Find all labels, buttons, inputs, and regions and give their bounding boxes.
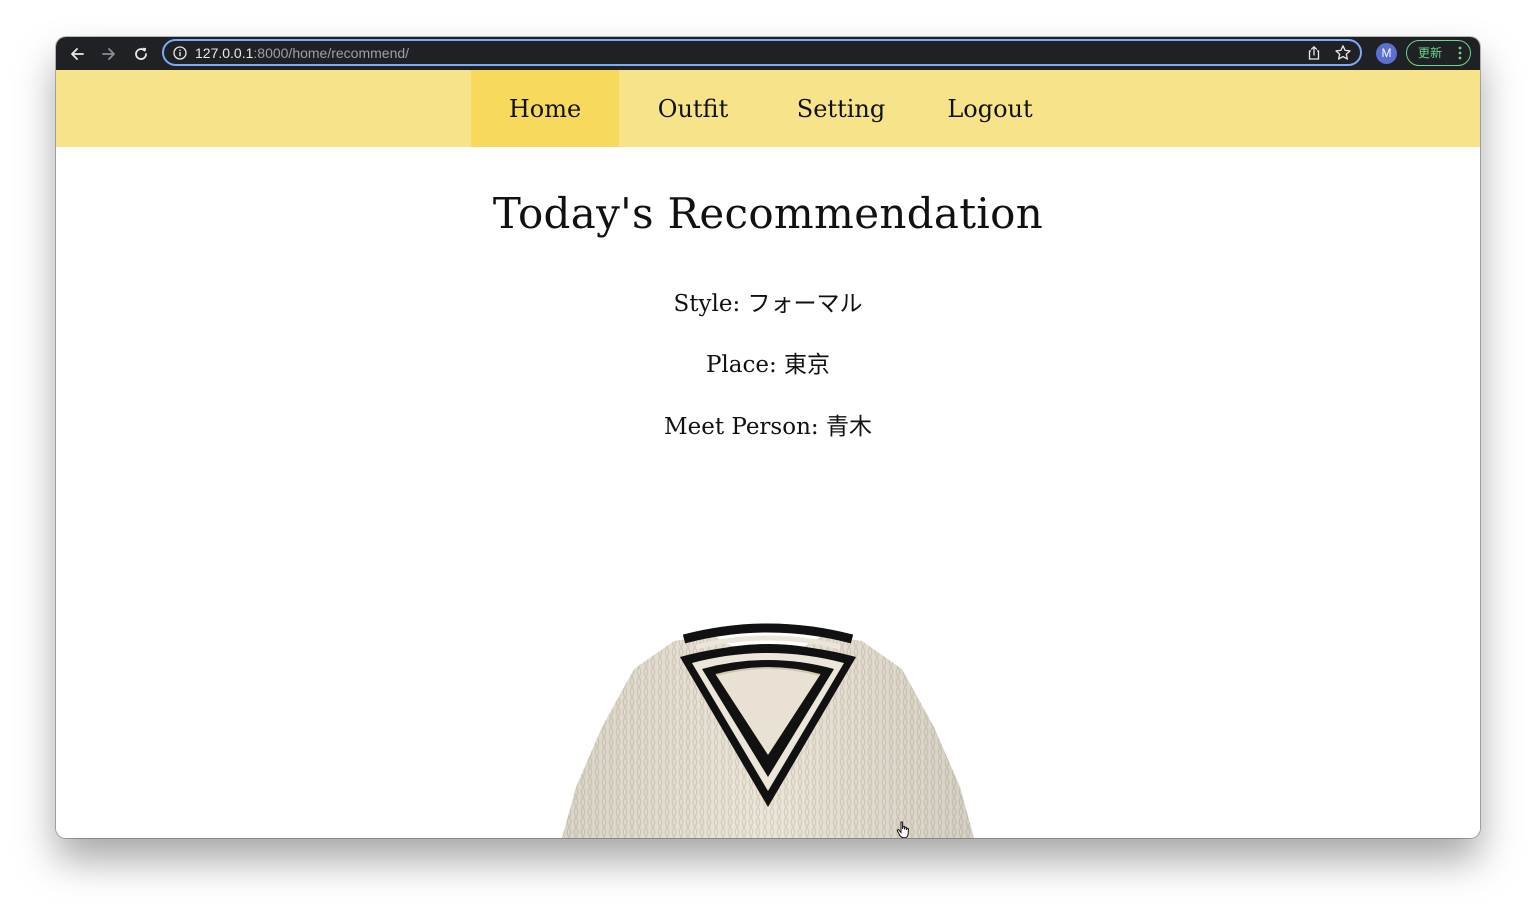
main-content: Today's Recommendation Style: フォーマル Plac… [56, 147, 1480, 838]
reload-icon [135, 47, 147, 60]
browser-window: 127.0.0.1:8000/home/recommend/ M 更新 Home… [56, 37, 1480, 838]
back-button[interactable] [66, 43, 88, 65]
more-menu-icon [1458, 46, 1462, 60]
meet-person-line: Meet Person: 青木 [664, 414, 872, 440]
share-icon[interactable] [1306, 45, 1322, 61]
nav-logout[interactable]: Logout [916, 70, 1064, 147]
site-info-icon[interactable] [173, 46, 187, 60]
nav-setting[interactable]: Setting [767, 70, 915, 147]
url-host: 127.0.0.1 [195, 45, 254, 61]
site-nav-bar: Home Outfit Setting Logout [56, 70, 1480, 147]
reload-button[interactable] [130, 43, 152, 65]
style-line: Style: フォーマル [673, 291, 863, 317]
url-path: :8000/home/recommend/ [253, 45, 410, 61]
url-text[interactable]: 127.0.0.1:8000/home/recommend/ [195, 45, 409, 62]
nav-home[interactable]: Home [471, 70, 619, 147]
address-bar[interactable]: 127.0.0.1:8000/home/recommend/ [162, 39, 1362, 66]
bookmark-star-icon[interactable] [1334, 44, 1352, 62]
update-label: 更新 [1418, 46, 1443, 60]
hand-cursor-icon [896, 821, 909, 838]
page-title: Today's Recommendation [492, 189, 1044, 238]
nav-outfit[interactable]: Outfit [619, 70, 767, 147]
forward-button[interactable] [98, 43, 120, 65]
update-button[interactable]: 更新 [1406, 40, 1471, 66]
sweater-image [562, 623, 974, 838]
forward-arrow-icon [102, 48, 115, 60]
profile-avatar[interactable]: M [1376, 43, 1397, 64]
back-arrow-icon [71, 48, 84, 60]
browser-toolbar: 127.0.0.1:8000/home/recommend/ M 更新 [56, 37, 1480, 70]
place-line: Place: 東京 [705, 352, 831, 378]
